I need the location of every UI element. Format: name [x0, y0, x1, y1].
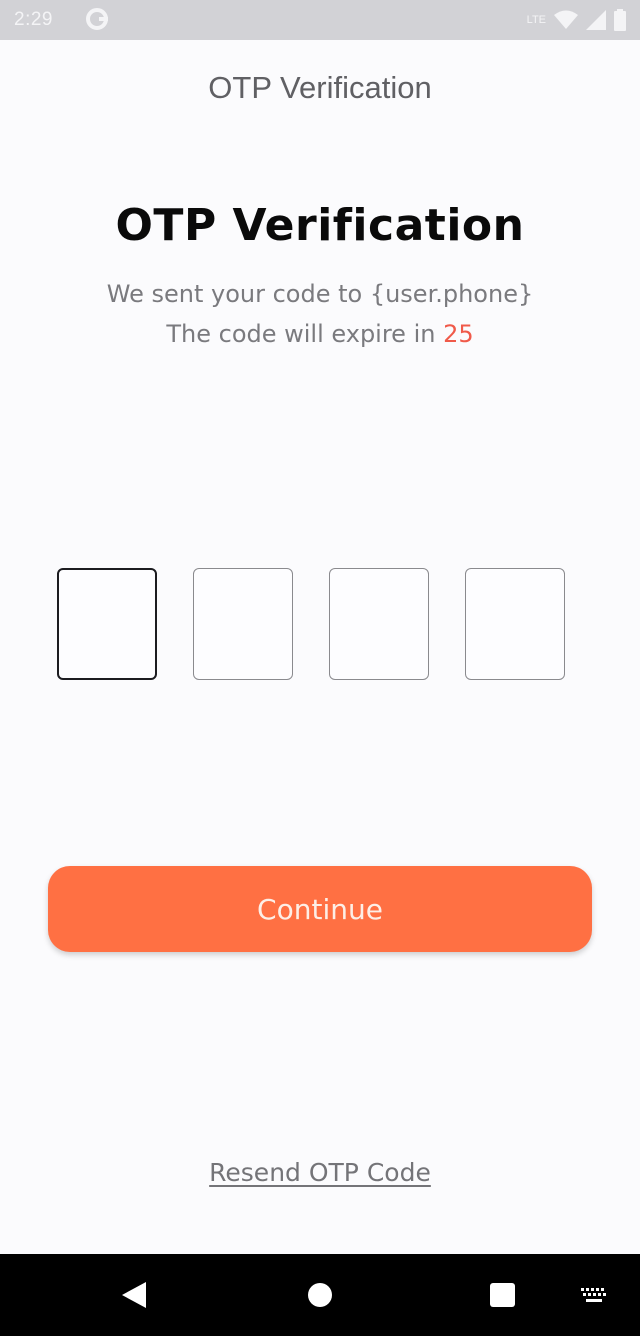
keyboard-icon[interactable]	[580, 1287, 608, 1305]
back-icon[interactable]	[122, 1282, 146, 1308]
expire-label: The code will expire in	[166, 320, 444, 348]
page-title: OTP Verification	[115, 200, 525, 251]
navigation-bar	[0, 1254, 640, 1336]
lte-label: LTE	[526, 14, 546, 26]
signal-icon	[586, 10, 606, 30]
code-sent-text: We sent your code to {user.phone}	[106, 280, 534, 308]
home-icon[interactable]	[308, 1283, 332, 1307]
recents-icon[interactable]	[490, 1283, 515, 1307]
otp-digit-3-input[interactable]	[329, 568, 429, 680]
app-bar-title: OTP Verification	[208, 70, 432, 105]
otp-digit-2-input[interactable]	[193, 568, 293, 680]
countdown-timer: 25	[443, 320, 474, 348]
otp-digit-1-input[interactable]	[57, 568, 157, 680]
status-time: 2:29	[14, 9, 53, 30]
continue-button[interactable]: Continue	[48, 866, 592, 952]
battery-icon	[614, 9, 626, 31]
wifi-icon	[554, 10, 578, 29]
status-icons: LTE	[527, 8, 626, 32]
status-bar: 2:29 LTE	[0, 0, 640, 40]
otp-digit-4-input[interactable]	[465, 568, 565, 680]
resend-otp-link[interactable]: Resend OTP Code	[0, 1158, 640, 1187]
expire-text: The code will expire in 25	[0, 320, 640, 348]
google-icon	[86, 8, 108, 30]
continue-button-label: Continue	[257, 892, 383, 926]
